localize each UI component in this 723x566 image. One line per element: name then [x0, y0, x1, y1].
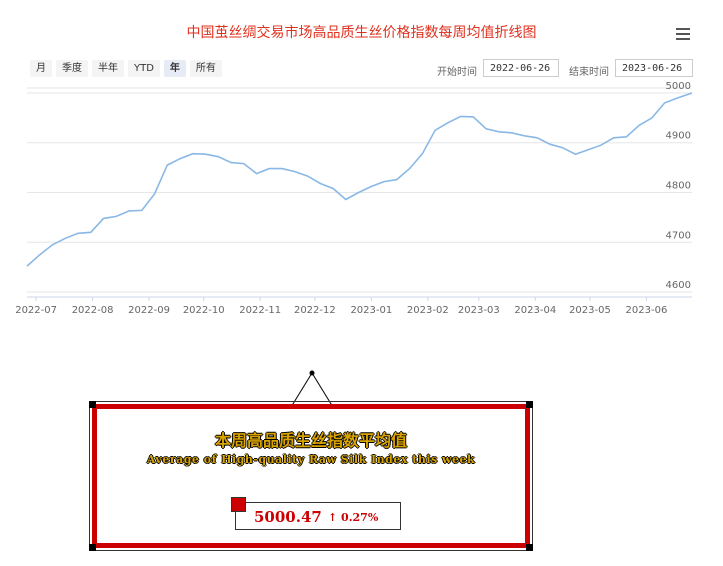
corner-mark — [526, 401, 533, 408]
summary-change: ↑ 0.27% — [328, 511, 379, 524]
corner-mark — [526, 544, 533, 551]
corner-mark — [89, 401, 96, 408]
summary-value: 5000.47 — [254, 508, 322, 526]
callout-pointer — [285, 370, 339, 415]
corner-mark — [89, 544, 96, 551]
summary-panel: 本周高品质生丝指数平均值 Average of High-quality Raw… — [92, 404, 530, 548]
summary-title: 本周高品质生丝指数平均值 — [214, 431, 407, 450]
summary-value-box: 5000.47 ↑ 0.27% — [235, 502, 401, 530]
red-square-icon — [231, 497, 246, 512]
summary-subtitle: Average of High-quality Raw Silk Index t… — [146, 453, 476, 466]
